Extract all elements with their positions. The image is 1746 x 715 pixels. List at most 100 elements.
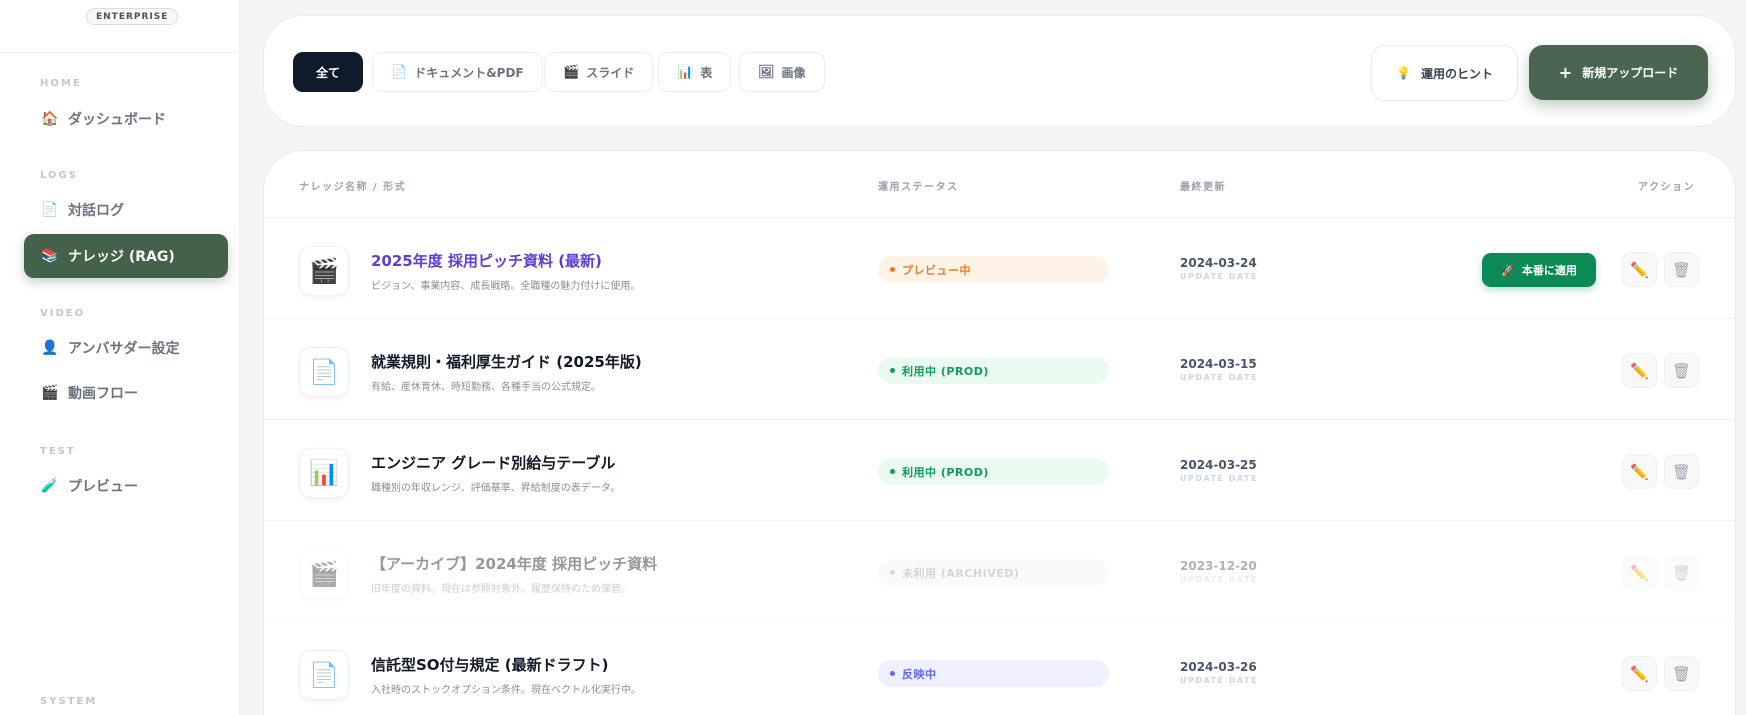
lightbulb-icon: 💡 [1396,66,1411,80]
table-row[interactable]: 📄 就業規則・福利厚生ガイド (2025年版) 有給、産休育休、時短勤務、各種手… [264,319,1735,420]
sidebar-item-preview[interactable]: 🧪 プレビュー [24,464,228,508]
sidebar-item-ambassador[interactable]: 👤 アンバサダー設定 [24,326,228,370]
hint-label: 運用のヒント [1420,66,1493,81]
knowledge-title[interactable]: 【アーカイブ】2024年度 採用ピッチ資料 [371,553,657,574]
sidebar-item-video-flow[interactable]: 🎬 動画フロー [24,371,228,415]
status-label: 利用中 (PROD) [902,465,989,479]
status-badge: 利用中 (PROD) [878,458,1109,485]
bar-chart-icon: 📊 [677,64,694,80]
edit-button[interactable]: ✏️ [1622,252,1657,287]
trash-icon: 🗑 [1671,664,1692,683]
pencil-icon: ✏️ [1630,563,1649,582]
pencil-icon: ✏️ [1630,361,1649,380]
delete-button[interactable]: 🗑 [1664,353,1699,388]
clapper-icon: 🎬 [299,549,349,599]
clapper-icon: 🎬 [41,385,59,401]
table-row[interactable]: 🎬 2025年度 採用ピッチ資料 (最新) ビジョン、事業内容、成長戦略。全職種… [264,218,1735,319]
sidebar-item-label: プレビュー [68,479,138,495]
date-sub-label: UPDATE DATE [1180,474,1258,483]
edit-button[interactable]: ✏️ [1622,454,1657,489]
date-sub-label: UPDATE DATE [1180,575,1258,584]
knowledge-description: 職種別の年収レンジ、評価基準、昇給制度の表データ。 [371,483,621,494]
house-icon: 🏠 [41,111,59,127]
status-label: 反映中 [902,667,937,681]
knowledge-description: ビジョン、事業内容、成長戦略。全職種の魅力付けに使用。 [371,281,641,292]
sidebar-item-dashboard[interactable]: 🏠 ダッシュボード [24,97,228,141]
filter-label: 表 [700,65,713,80]
section-label-test: TEST [40,446,76,457]
knowledge-description: 旧年度の資料。現在は参照対象外。履歴保持のため保管。 [371,584,631,595]
filter-slides[interactable]: 🎬 スライド [544,52,654,92]
edit-button[interactable]: ✏️ [1622,353,1657,388]
status-badge: 未利用 (ARCHIVED) [878,559,1109,586]
updated-date: 2024-03-24 [1180,256,1257,270]
pencil-icon: ✏️ [1630,664,1649,683]
pipette-icon: 🧪 [41,478,59,494]
filter-label: スライド [586,65,635,80]
status-badge: 反映中 [878,660,1109,687]
document-icon: 📄 [299,347,349,397]
filter-toolbar: 全て 📄 ドキュメント&PDF 🎬 スライド 📊 表 🖼 画像 💡 運用のヒント… [263,15,1736,127]
hint-button[interactable]: 💡 運用のヒント [1371,45,1518,101]
sidebar-item-label: ナレッジ (RAG) [68,249,175,265]
knowledge-title[interactable]: エンジニア グレード別給与テーブル [371,452,615,473]
plus-icon: + [1558,63,1573,82]
edit-button[interactable]: ✏️ [1622,656,1657,691]
status-label: 利用中 (PROD) [902,364,989,378]
knowledge-title[interactable]: 信託型SO付与規定 (最新ドラフト) [371,654,609,675]
enterprise-badge: ENTERPRISE [86,8,179,25]
filter-tables[interactable]: 📊 表 [658,52,732,92]
filter-label: ドキュメント&PDF [414,65,524,80]
upload-label: 新規アップロード [1582,66,1679,80]
table-row[interactable]: 📊 エンジニア グレード別給与テーブル 職種別の年収レンジ、評価基準、昇給制度の… [264,420,1735,521]
trash-icon: 🗑 [1671,462,1692,481]
pencil-icon: ✏️ [1630,462,1649,481]
sidebar-item-knowledge[interactable]: 📚 ナレッジ (RAG) [24,234,228,278]
status-dot-icon [890,368,895,373]
divider [0,52,240,53]
column-header-actions: アクション [1638,182,1695,193]
date-sub-label: UPDATE DATE [1180,272,1258,281]
edit-button[interactable]: ✏️ [1622,555,1657,590]
bar-chart-icon: 📊 [299,448,349,498]
trash-icon: 🗑 [1671,361,1692,380]
knowledge-description: 有給、産休育休、時短勤務、各種手当の公式規定。 [371,382,601,393]
sidebar-item-label: アンバサダー設定 [68,341,180,357]
status-dot-icon [890,671,895,676]
apply-to-production-button[interactable]: 🚀 本番に適用 [1482,253,1596,287]
books-icon: 📚 [41,248,59,264]
updated-date: 2024-03-25 [1180,458,1257,472]
knowledge-title[interactable]: 就業規則・福利厚生ガイド (2025年版) [371,351,642,372]
sidebar-item-label: 対話ログ [68,203,124,219]
filter-all[interactable]: 全て [293,52,363,92]
section-label-logs: LOGS [40,170,78,181]
image-icon: 🖼 [758,64,775,80]
date-sub-label: UPDATE DATE [1180,676,1258,685]
filter-label: 全て [315,65,340,80]
updated-date: 2024-03-26 [1180,660,1257,674]
table-row[interactable]: 📄 信託型SO付与規定 (最新ドラフト) 入社時のストックオプション条件。現在ベ… [264,622,1735,715]
delete-button[interactable]: 🗑 [1664,252,1699,287]
clapper-icon: 🎬 [563,64,580,80]
filter-documents[interactable]: 📄 ドキュメント&PDF [372,52,543,92]
status-badge: プレビュー中 [878,256,1109,283]
clapper-icon: 🎬 [299,246,349,296]
status-dot-icon [890,469,895,474]
filter-images[interactable]: 🖼 画像 [739,52,825,92]
delete-button[interactable]: 🗑 [1664,555,1699,590]
status-dot-icon [890,267,895,272]
new-upload-button[interactable]: + 新規アップロード [1529,45,1708,100]
status-label: 未利用 (ARCHIVED) [902,566,1020,580]
status-badge: 利用中 (PROD) [878,357,1109,384]
delete-button[interactable]: 🗑 [1664,656,1699,691]
document-icon: 📄 [41,202,59,218]
document-icon: 📄 [391,64,408,80]
knowledge-title[interactable]: 2025年度 採用ピッチ資料 (最新) [371,250,602,271]
trash-icon: 🗑 [1671,260,1692,279]
delete-button[interactable]: 🗑 [1664,454,1699,489]
table-row[interactable]: 🎬 【アーカイブ】2024年度 採用ピッチ資料 旧年度の資料。現在は参照対象外。… [264,521,1735,622]
pencil-icon: ✏️ [1630,260,1649,279]
column-header-updated: 最終更新 [1180,182,1226,193]
sidebar-item-chat-logs[interactable]: 📄 対話ログ [24,188,228,232]
column-header-name: ナレッジ名称 / 形式 [299,182,407,193]
